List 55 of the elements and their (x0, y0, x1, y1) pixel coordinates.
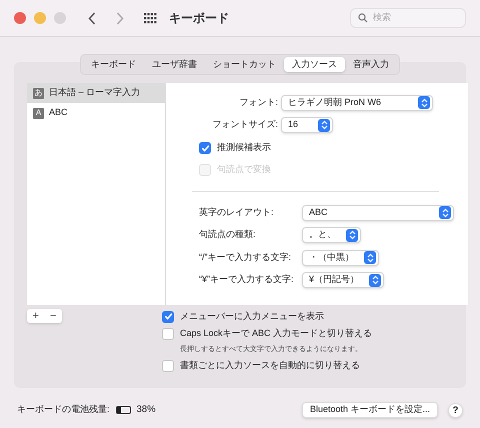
stepper-icon (369, 274, 382, 286)
popup-button[interactable]: ¥（円記号） (302, 272, 384, 288)
checkbox[interactable] (199, 142, 211, 154)
checkbox-label: メニューバーに入力メニューを表示 (180, 310, 324, 323)
popup-button[interactable]: 。と、 (302, 227, 361, 243)
bluetooth-button[interactable]: Bluetooth キーボードを設定... (302, 402, 438, 418)
tab[interactable]: 入力ソース (284, 57, 345, 72)
setting-label: “/”キーで入力する文字: (199, 250, 292, 264)
search-input[interactable]: 検索 (373, 11, 453, 25)
source-badge: あ (33, 88, 44, 98)
popup-button[interactable]: ヒラギノ明朝 ProN W6 (281, 94, 433, 110)
setting-label: フォントサイズ: (211, 118, 279, 132)
popup-button[interactable]: ABC (302, 204, 454, 220)
popup-button[interactable]: ・（中黒） (302, 250, 379, 266)
stepper-icon (439, 206, 451, 219)
add-button[interactable]: + (27, 309, 44, 323)
source-label: ABC (49, 106, 68, 120)
minimize-icon[interactable] (34, 12, 46, 24)
list-item[interactable]: A ABC (27, 103, 165, 123)
back-icon[interactable] (88, 12, 96, 24)
battery-label: キーボードの電池残量: (17, 403, 110, 416)
setting-label: “¥”キーで入力する文字: (199, 273, 294, 286)
setting-label: 句読点の種類: (199, 228, 257, 242)
tab[interactable]: ショートカット (205, 57, 284, 72)
stepper-icon (418, 96, 430, 109)
tab[interactable]: キーボード (83, 57, 144, 72)
setting-label: 英字のレイアウト: (199, 206, 275, 219)
popup-button[interactable]: 16 (281, 117, 333, 133)
battery-icon (116, 406, 131, 414)
grid-icon[interactable] (144, 12, 157, 24)
checkbox-label: Caps Lockキーで ABC 入力モードと切り替える (180, 326, 372, 340)
tab[interactable]: 音声入力 (345, 57, 397, 72)
checkbox[interactable] (162, 360, 174, 372)
checkbox[interactable] (162, 328, 174, 340)
zoom-icon[interactable] (54, 12, 66, 24)
checkbox[interactable] (162, 310, 174, 322)
setting-label: フォント: (238, 96, 279, 109)
stepper-icon (346, 228, 358, 242)
search-field[interactable]: 検索 (350, 8, 466, 28)
battery-reading: 38% (136, 402, 156, 417)
search-icon (358, 13, 368, 23)
forward-icon[interactable] (116, 12, 124, 24)
source-badge: A (33, 108, 44, 118)
tab[interactable]: ユーザ辞書 (144, 57, 205, 72)
checkbox-label: 句読点で変換 (217, 163, 271, 176)
remove-button[interactable]: − (44, 309, 62, 323)
help-button[interactable]: ? (448, 402, 463, 418)
stepper-icon (364, 251, 376, 264)
close-icon[interactable] (14, 12, 26, 24)
source-label: 日本語 – ローマ字入力 (49, 86, 140, 100)
stepper-icon (318, 118, 330, 132)
checkbox-label: 推測候補表示 (217, 141, 271, 154)
window-title: キーボード (169, 10, 229, 27)
list-item[interactable]: あ 日本語 – ローマ字入力 (27, 83, 165, 103)
checkbox-label: 書類ごとに入力ソースを自動的に切り替える (180, 358, 360, 372)
